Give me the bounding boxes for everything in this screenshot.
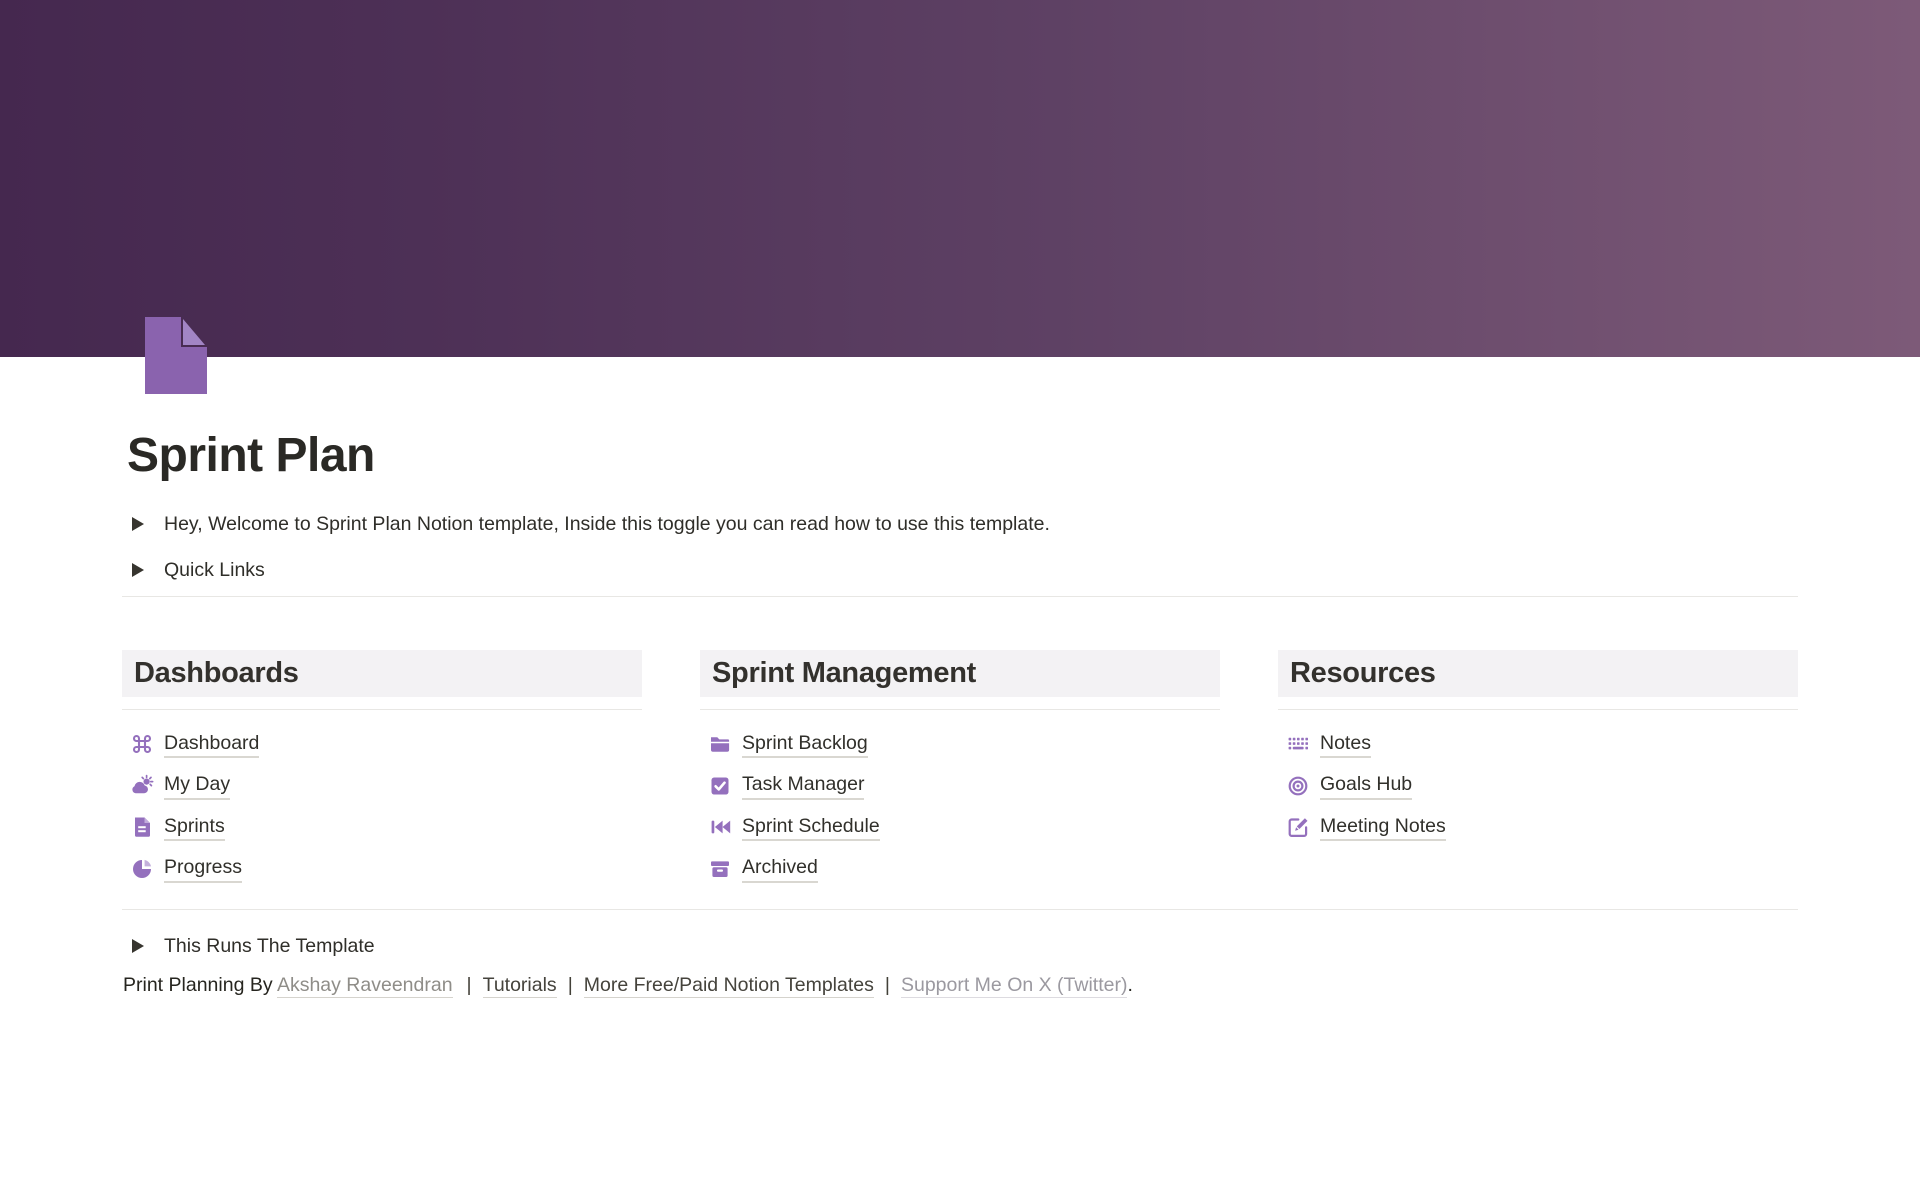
- toggle-arrow-icon[interactable]: [132, 939, 144, 953]
- column-sprint-management: Sprint Management Sprint Backlog: [700, 650, 1220, 890]
- notion-page: Sprint Plan Hey, Welcome to Sprint Plan …: [0, 0, 1920, 1199]
- page-title: Sprint Plan: [127, 427, 1798, 485]
- column-resources: Resources Notes: [1278, 650, 1798, 890]
- page-link-archived[interactable]: Archived: [700, 848, 1220, 890]
- author-link[interactable]: Akshay Raveendran: [277, 974, 453, 998]
- document-text-icon: [130, 815, 154, 839]
- section-header-dashboards: Dashboards: [122, 650, 642, 697]
- link-list-sprint-management: Sprint Backlog Task Manager: [700, 724, 1220, 890]
- purple-document-page-icon: [145, 317, 207, 394]
- toggle-quick-links-label: Quick Links: [164, 555, 265, 585]
- more-templates-link[interactable]: More Free/Paid Notion Templates: [584, 974, 874, 998]
- toggle-welcome[interactable]: Hey, Welcome to Sprint Plan Notion templ…: [122, 509, 1798, 539]
- pie-chart-icon: [130, 857, 154, 881]
- page-link-sprint-schedule[interactable]: Sprint Schedule: [700, 807, 1220, 849]
- toggle-arrow-icon[interactable]: [132, 563, 144, 577]
- toggle-runs-template[interactable]: This Runs The Template: [122, 931, 1798, 961]
- page-link-meeting-notes[interactable]: Meeting Notes: [1278, 807, 1798, 849]
- section-title: Dashboards: [134, 657, 299, 690]
- attribution-prefix: Print Planning By: [123, 974, 277, 996]
- tutorials-link[interactable]: Tutorials: [483, 974, 557, 998]
- page-link-label: Meeting Notes: [1320, 814, 1446, 841]
- page-content: Sprint Plan Hey, Welcome to Sprint Plan …: [122, 427, 1798, 998]
- page-link-notes[interactable]: Notes: [1278, 724, 1798, 766]
- attribution-line: Print Planning By Akshay Raveendran | Tuto…: [122, 972, 1798, 998]
- keyboard-icon: [1286, 732, 1310, 756]
- folder-icon: [708, 732, 732, 756]
- section-header-sprint-management: Sprint Management: [700, 650, 1220, 697]
- separator: |: [568, 974, 573, 996]
- checkbox-checked-icon: [708, 774, 732, 798]
- page-link-label: Sprint Schedule: [742, 814, 880, 841]
- link-list-resources: Notes Goals Hub: [1278, 724, 1798, 849]
- section-title: Resources: [1290, 657, 1436, 690]
- toggle-welcome-label: Hey, Welcome to Sprint Plan Notion templ…: [164, 509, 1050, 539]
- command-icon: [130, 732, 154, 756]
- attribution-suffix: .: [1127, 974, 1132, 996]
- divider: [1278, 709, 1798, 710]
- page-link-dashboard[interactable]: Dashboard: [122, 724, 642, 766]
- page-link-label: My Day: [164, 772, 230, 799]
- page-link-label: Goals Hub: [1320, 772, 1412, 799]
- page-link-label: Archived: [742, 855, 818, 882]
- separator: |: [885, 974, 890, 996]
- page-link-label: Progress: [164, 855, 242, 882]
- toggle-arrow-icon[interactable]: [132, 517, 144, 531]
- section-header-resources: Resources: [1278, 650, 1798, 697]
- page-link-progress[interactable]: Progress: [122, 848, 642, 890]
- toggle-quick-links[interactable]: Quick Links: [122, 555, 1798, 585]
- page-link-goals-hub[interactable]: Goals Hub: [1278, 765, 1798, 807]
- separator: |: [467, 974, 472, 996]
- columns-section: Dashboards Dashboard: [122, 650, 1798, 890]
- partly-sunny-icon: [130, 774, 154, 798]
- page-cover-image: [0, 0, 1920, 357]
- page-link-label: Notes: [1320, 731, 1371, 758]
- link-list-dashboards: Dashboard: [122, 724, 642, 890]
- divider: [122, 909, 1798, 910]
- page-link-my-day[interactable]: My Day: [122, 765, 642, 807]
- page-link-task-manager[interactable]: Task Manager: [700, 765, 1220, 807]
- page-link-label: Task Manager: [742, 772, 864, 799]
- column-dashboards: Dashboards Dashboard: [122, 650, 642, 890]
- toggle-runs-template-label: This Runs The Template: [164, 931, 375, 961]
- page-link-label: Sprint Backlog: [742, 731, 868, 758]
- page-icon[interactable]: [145, 317, 207, 394]
- page-link-label: Dashboard: [164, 731, 259, 758]
- page-link-sprints[interactable]: Sprints: [122, 807, 642, 849]
- rewind-icon: [708, 815, 732, 839]
- divider: [122, 709, 642, 710]
- target-icon: [1286, 774, 1310, 798]
- section-title: Sprint Management: [712, 657, 976, 690]
- twitter-support-link[interactable]: Support Me On X (Twitter): [901, 974, 1128, 998]
- edit-square-icon: [1286, 815, 1310, 839]
- archive-box-icon: [708, 857, 732, 881]
- page-link-label: Sprints: [164, 814, 225, 841]
- divider: [700, 709, 1220, 710]
- divider: [122, 596, 1798, 597]
- page-link-sprint-backlog[interactable]: Sprint Backlog: [700, 724, 1220, 766]
